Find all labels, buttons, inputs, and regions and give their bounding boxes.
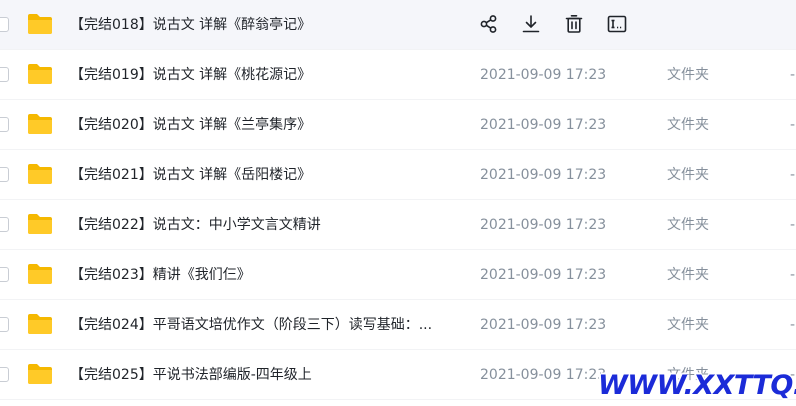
file-name[interactable]: 【完结024】平哥语文培优作文（阶段三下）读写基础：...	[70, 300, 432, 350]
table-row[interactable]: 【完结022】说古文：中小学文言文精讲 2021-09-09 17:23 文件夹…	[0, 200, 796, 250]
file-size: -	[790, 167, 796, 183]
folder-icon	[28, 314, 52, 334]
file-type: 文件夹	[667, 67, 709, 83]
folder-icon	[28, 114, 52, 134]
row-checkbox[interactable]	[0, 17, 9, 32]
file-list: 【完结018】说古文 详解《醉翁亭记》 【完结019】说古文 详解《桃花源记》 …	[0, 0, 796, 406]
file-name[interactable]: 【完结018】说古文 详解《醉翁亭记》	[70, 0, 311, 50]
file-type: 文件夹	[667, 217, 709, 233]
file-size: -	[790, 267, 796, 283]
modified-time: 2021-09-09 17:23	[480, 267, 607, 283]
file-type: 文件夹	[667, 267, 709, 283]
table-row[interactable]: 【完结023】精讲《我们仨》 2021-09-09 17:23 文件夹 -	[0, 250, 796, 300]
rename-icon[interactable]	[606, 13, 628, 35]
file-type: 文件夹	[667, 117, 709, 133]
file-name[interactable]: 【完结025】平说书法部编版-四年级上	[70, 350, 312, 400]
row-checkbox[interactable]	[0, 67, 9, 82]
row-checkbox[interactable]	[0, 117, 9, 132]
table-row[interactable]: 【完结018】说古文 详解《醉翁亭记》	[0, 0, 796, 50]
file-name[interactable]: 【完结023】精讲《我们仨》	[70, 250, 251, 300]
download-icon[interactable]	[520, 13, 542, 35]
file-size: -	[790, 217, 796, 233]
folder-icon	[28, 64, 52, 84]
table-row[interactable]: 【完结019】说古文 详解《桃花源记》 2021-09-09 17:23 文件夹…	[0, 50, 796, 100]
file-name[interactable]: 【完结022】说古文：中小学文言文精讲	[70, 200, 321, 250]
file-type: 文件夹	[667, 317, 709, 333]
table-row[interactable]: 【完结021】说古文 详解《岳阳楼记》 2021-09-09 17:23 文件夹…	[0, 150, 796, 200]
modified-time: 2021-09-09 17:23	[480, 67, 607, 83]
modified-time: 2021-09-09 17:23	[480, 367, 607, 383]
file-size: -	[790, 317, 796, 333]
table-row[interactable]: 【完结020】说古文 详解《兰亭集序》 2021-09-09 17:23 文件夹…	[0, 100, 796, 150]
folder-icon	[28, 364, 52, 384]
folder-icon	[28, 164, 52, 184]
folder-icon	[28, 214, 52, 234]
row-checkbox[interactable]	[0, 317, 9, 332]
file-name[interactable]: 【完结021】说古文 详解《岳阳楼记》	[70, 150, 311, 200]
file-size: -	[790, 67, 796, 83]
folder-icon	[28, 264, 52, 284]
file-type: 文件夹	[667, 167, 709, 183]
modified-time: 2021-09-09 17:23	[480, 167, 607, 183]
share-icon[interactable]	[478, 13, 500, 35]
file-name[interactable]: 【完结020】说古文 详解《兰亭集序》	[70, 100, 311, 150]
row-checkbox[interactable]	[0, 267, 9, 282]
row-checkbox[interactable]	[0, 367, 9, 382]
file-size: -	[790, 117, 796, 133]
modified-time: 2021-09-09 17:23	[480, 217, 607, 233]
folder-icon	[28, 14, 52, 34]
table-row[interactable]: 【完结024】平哥语文培优作文（阶段三下）读写基础：... 2021-09-09…	[0, 300, 796, 350]
modified-time: 2021-09-09 17:23	[480, 117, 607, 133]
modified-time: 2021-09-09 17:23	[480, 317, 607, 333]
delete-icon[interactable]	[563, 13, 585, 35]
row-checkbox[interactable]	[0, 167, 9, 182]
watermark: WWW.XXTTQ.COM	[598, 370, 796, 401]
row-checkbox[interactable]	[0, 217, 9, 232]
file-name[interactable]: 【完结019】说古文 详解《桃花源记》	[70, 50, 311, 100]
